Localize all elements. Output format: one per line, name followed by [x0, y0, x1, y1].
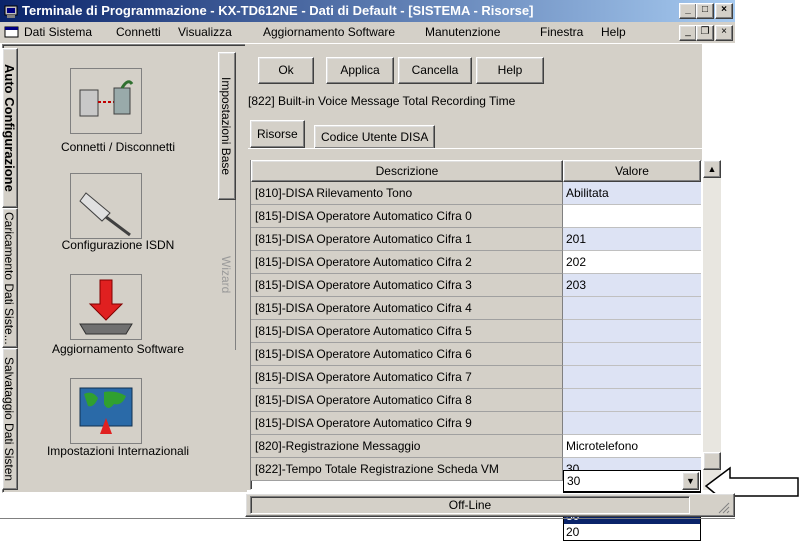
menu-visualizza[interactable]: Visualizza [178, 25, 232, 39]
cancella-button[interactable]: Cancella [398, 57, 472, 84]
help-button[interactable]: Help [476, 57, 544, 84]
applica-button[interactable]: Applica [326, 57, 394, 84]
header-descrizione[interactable]: Descrizione [251, 160, 563, 182]
header-valore[interactable]: Valore [563, 160, 701, 182]
table-row[interactable]: [810]-DISA Rilevamento Tono Abilitata [251, 182, 701, 205]
tab-caricamento-dati[interactable]: Caricamento Dati Siste... [2, 208, 18, 348]
row-value-cell[interactable]: 201 [563, 228, 701, 251]
status-bar: Off-Line [245, 493, 735, 517]
auto-config-panel: Connetti / Disconnetti Configurazione IS… [20, 48, 216, 490]
row-value-cell[interactable] [563, 343, 701, 366]
row-value-cell[interactable] [563, 389, 701, 412]
row-value-cell[interactable] [563, 412, 701, 435]
row-value-cell[interactable]: Abilitata [563, 182, 701, 205]
row-value-cell[interactable] [563, 297, 701, 320]
tab-salvataggio-dati[interactable]: Salvataggio Dati Sisten [2, 348, 18, 490]
table-row[interactable]: [815]-DISA Operatore Automatico Cifra 12… [251, 228, 701, 251]
row-description: [815]-DISA Operatore Automatico Cifra 1 [251, 228, 563, 251]
isdn-cable-icon[interactable] [70, 173, 142, 239]
menu-help[interactable]: Help [601, 25, 626, 39]
tab-divider [248, 148, 702, 149]
row-description: [815]-DISA Operatore Automatico Cifra 2 [251, 251, 563, 274]
ok-button[interactable]: Ok [258, 57, 314, 84]
row-description: [810]-DISA Rilevamento Tono [251, 182, 563, 205]
title-bar[interactable]: Terminale di Programmazione - KX-TD612NE… [0, 0, 735, 22]
row-description: [815]-DISA Operatore Automatico Cifra 9 [251, 412, 563, 435]
dropdown-option-20[interactable]: 20 [564, 525, 700, 540]
row-description: [815]-DISA Operatore Automatico Cifra 6 [251, 343, 563, 366]
aggiornamento-software-label: Aggiornamento Software [51, 342, 185, 356]
download-arrow-icon[interactable] [70, 274, 142, 340]
tab-wizard[interactable]: Wizard [218, 200, 236, 350]
vertical-scrollbar[interactable] [703, 160, 721, 490]
row-value-cell[interactable] [563, 205, 701, 228]
resize-grip-icon[interactable] [716, 500, 730, 514]
table-row[interactable]: [815]-DISA Operatore Automatico Cifra 6 [251, 343, 701, 366]
window-bottom-edge [0, 518, 735, 519]
row-value-cell[interactable]: 203 [563, 274, 701, 297]
table-row[interactable]: [815]-DISA Operatore Automatico Cifra 5 [251, 320, 701, 343]
mdi-restore-button[interactable]: ❐ [696, 25, 714, 41]
impostazioni-internazionali-label: Impostazioni Internazionali [46, 444, 190, 458]
row-description: [815]-DISA Operatore Automatico Cifra 4 [251, 297, 563, 320]
row-description: [815]-DISA Operatore Automatico Cifra 8 [251, 389, 563, 412]
app-icon [4, 5, 18, 18]
menu-dati-sistema[interactable]: Dati Sistema [24, 25, 92, 39]
window-title: Terminale di Programmazione - KX-TD612NE… [22, 3, 534, 18]
parameter-info-text: [822] Built-in Voice Message Total Recor… [248, 94, 516, 108]
table-row[interactable]: [815]-DISA Operatore Automatico Cifra 0 [251, 205, 701, 228]
row-description: [822]-Tempo Totale Registrazione Scheda … [251, 458, 563, 481]
table-row[interactable]: [815]-DISA Operatore Automatico Cifra 32… [251, 274, 701, 297]
tab-impostazioni-base[interactable]: Impostazioni Base [218, 52, 236, 200]
table-row[interactable]: [815]-DISA Operatore Automatico Cifra 9 [251, 412, 701, 435]
configurazione-isdn-label: Configurazione ISDN [61, 238, 175, 252]
row-description: [815]-DISA Operatore Automatico Cifra 7 [251, 366, 563, 389]
tab-auto-configurazione[interactable]: Auto Configurazione [2, 48, 18, 208]
mdi-close-button[interactable]: × [715, 25, 733, 41]
mdi-minimize-button[interactable]: _ [679, 25, 697, 41]
menu-bar: Dati Sistema Connetti Visualizza Aggiorn… [0, 22, 735, 43]
menu-connetti[interactable]: Connetti [116, 25, 161, 39]
maximize-button[interactable]: □ [696, 3, 714, 19]
child-window-icon[interactable] [4, 25, 20, 40]
table-row[interactable]: [820]-Registrazione Messaggio Microtelefo… [251, 435, 701, 458]
tab-risorse[interactable]: Risorse [250, 120, 305, 148]
row-description: [815]-DISA Operatore Automatico Cifra 5 [251, 320, 563, 343]
row-description: [815]-DISA Operatore Automatico Cifra 3 [251, 274, 563, 297]
row-value-cell[interactable]: Microtelefono [563, 435, 701, 458]
chevron-down-icon[interactable]: ▼ [682, 472, 699, 490]
scroll-up-button[interactable]: ▲ [703, 160, 721, 178]
table-row[interactable]: [815]-DISA Operatore Automatico Cifra 7 [251, 366, 701, 389]
row-description: [815]-DISA Operatore Automatico Cifra 0 [251, 205, 563, 228]
row-value-cell[interactable]: 202 [563, 251, 701, 274]
connect-plug-icon[interactable] [70, 68, 142, 134]
close-button[interactable]: × [715, 3, 733, 19]
row-description: [820]-Registrazione Messaggio [251, 435, 563, 458]
row-value-cell[interactable] [563, 320, 701, 343]
value-combobox[interactable]: 30 ▼ [563, 470, 701, 492]
menu-aggiornamento-software[interactable]: Aggiornamento Software [263, 25, 395, 39]
connection-status: Off-Line [250, 496, 690, 514]
tab-codice-utente-disa[interactable]: Codice Utente DISA [314, 125, 436, 149]
connetti-disconnetti-label: Connetti / Disconnetti [60, 140, 176, 154]
table-row[interactable]: [815]-DISA Operatore Automatico Cifra 22… [251, 251, 701, 274]
row-value-cell[interactable] [563, 366, 701, 389]
table-row[interactable]: [815]-DISA Operatore Automatico Cifra 4 [251, 297, 701, 320]
table-row[interactable]: [815]-DISA Operatore Automatico Cifra 8 [251, 389, 701, 412]
menu-finestra[interactable]: Finestra [540, 25, 583, 39]
minimize-button[interactable]: _ [679, 3, 697, 19]
combobox-selected-value: 30 [567, 474, 581, 488]
world-map-icon[interactable] [70, 378, 142, 444]
menu-manutenzione[interactable]: Manutenzione [425, 25, 500, 39]
